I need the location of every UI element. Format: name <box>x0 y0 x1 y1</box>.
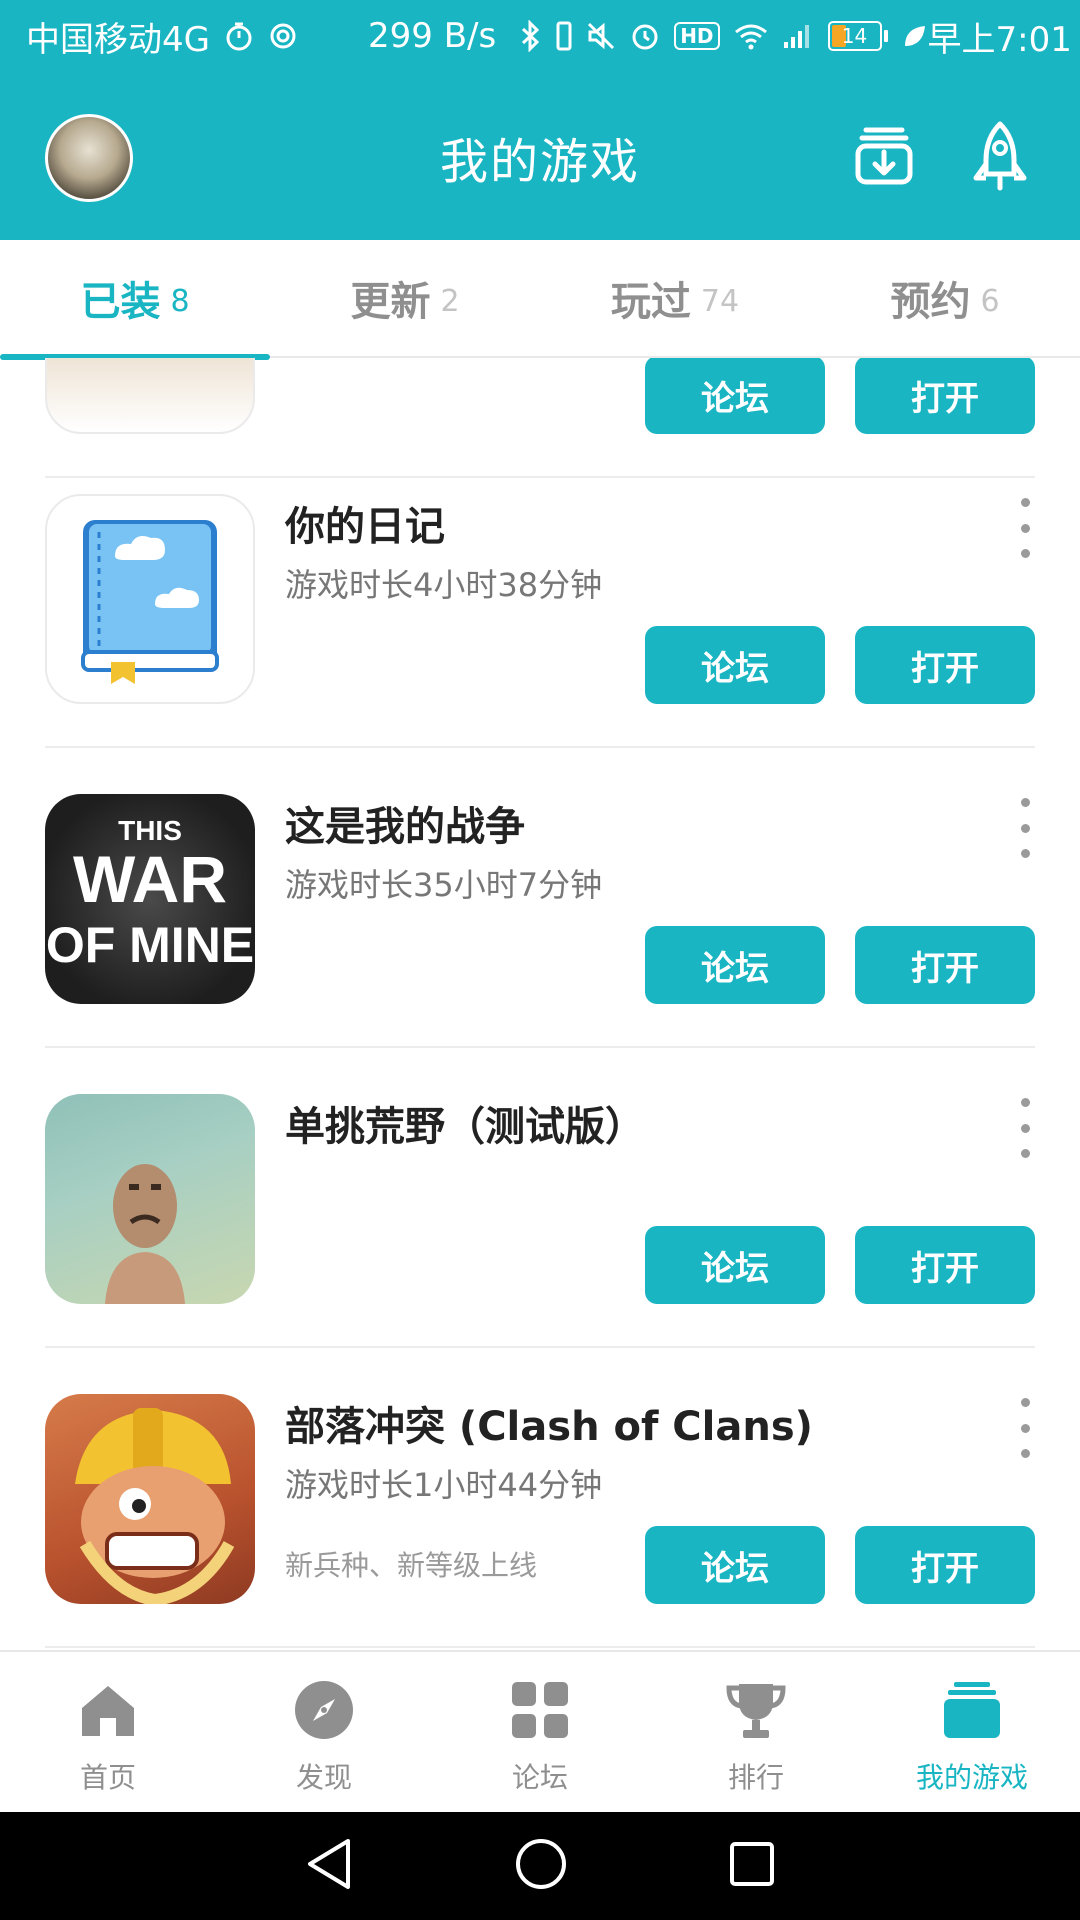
nav-label: 我的游戏 <box>915 1761 1028 1794</box>
forum-button[interactable]: 论坛 <box>645 1526 825 1604</box>
recents-icon[interactable] <box>728 1840 776 1892</box>
tab-reserved[interactable]: 预约 6 <box>810 240 1080 356</box>
wifi-icon <box>734 22 768 50</box>
game-icon[interactable] <box>45 1094 255 1304</box>
tab-count: 2 <box>440 283 460 319</box>
tab-label: 玩过 <box>610 279 691 325</box>
game-playtime: 游戏时长4小时38分钟 <box>285 566 603 604</box>
stack-icon <box>940 1678 1004 1742</box>
leaf-icon <box>902 23 928 49</box>
game-icon[interactable] <box>45 494 255 704</box>
barbarian-icon <box>75 1408 235 1604</box>
war-of-mine-logo: THIS WAR OF MINE <box>46 815 254 973</box>
open-button[interactable]: 打开 <box>855 626 1035 704</box>
game-icon[interactable] <box>45 358 255 434</box>
game-name: 你的日记 <box>285 504 445 550</box>
timer-icon <box>224 21 254 51</box>
bluetooth-icon <box>520 20 542 52</box>
tab-count: 74 <box>700 283 740 319</box>
game-playtime: 游戏时长35小时7分钟 <box>285 866 603 904</box>
app-header: 我的游戏 <box>0 72 1080 240</box>
game-name: 这是我的战争 <box>285 804 525 850</box>
grid-icon <box>508 1678 572 1742</box>
tab-updates[interactable]: 更新 2 <box>270 240 540 356</box>
survivor-character-icon <box>105 1164 185 1304</box>
more-options-icon[interactable] <box>1015 498 1035 558</box>
diary-book-icon <box>81 520 219 684</box>
tab-played[interactable]: 玩过 74 <box>540 240 810 356</box>
carrier-label: 中国移动4G <box>26 19 210 60</box>
mute-icon <box>586 21 616 51</box>
vibrate-icon <box>556 21 572 51</box>
tab-label: 更新 <box>350 279 431 325</box>
trophy-icon <box>724 1678 788 1742</box>
back-icon[interactable] <box>304 1837 354 1895</box>
game-icon[interactable]: THIS WAR OF MINE <box>45 794 255 1004</box>
tab-count: 8 <box>170 283 190 319</box>
game-list[interactable]: 论坛 打开 你的日记 游戏时长4小时38分钟 论坛 打开 THIS WAR OF… <box>0 358 1080 1650</box>
game-update-note: 新兵种、新等级上线 <box>285 1549 538 1582</box>
status-icons: HD 14 <box>520 20 927 52</box>
game-row: THIS WAR OF MINE 这是我的战争 游戏时长35小时7分钟 论坛 打… <box>45 748 1035 1048</box>
tab-label: 已装 <box>80 279 161 325</box>
speedup-button[interactable] <box>964 120 1036 192</box>
nav-my-games[interactable]: 我的游戏 <box>864 1652 1080 1812</box>
more-options-icon[interactable] <box>1015 798 1035 858</box>
nav-home[interactable]: 首页 <box>0 1652 216 1812</box>
forum-button[interactable]: 论坛 <box>645 626 825 704</box>
game-row: 单挑荒野（测试版） 论坛 打开 <box>45 1048 1035 1348</box>
compass-icon <box>292 1678 356 1742</box>
spiral-icon <box>268 21 298 51</box>
open-button[interactable]: 打开 <box>855 1526 1035 1604</box>
download-manager-button[interactable] <box>848 120 920 192</box>
nav-label: 论坛 <box>511 1761 568 1794</box>
game-name: 单挑荒野（测试版） <box>285 1104 645 1150</box>
nav-forum[interactable]: 论坛 <box>432 1652 648 1812</box>
more-options-icon[interactable] <box>1015 1398 1035 1458</box>
clock: 早上7:01 <box>927 19 1072 60</box>
game-row: 部落冲突 (Clash of Clans) 游戏时长1小时44分钟 新兵种、新等… <box>45 1348 1035 1648</box>
hd-badge: HD <box>674 22 720 50</box>
download-icon <box>855 127 913 185</box>
bottom-nav: 首页 发现 论坛 排行 我的游戏 <box>0 1650 1080 1812</box>
home-circle-icon[interactable] <box>514 1837 568 1895</box>
tab-label: 预约 <box>890 279 971 325</box>
network-speed: 299 B/s <box>367 16 497 56</box>
more-options-icon[interactable] <box>1015 1098 1035 1158</box>
open-button[interactable]: 打开 <box>855 358 1035 434</box>
tab-count: 6 <box>980 283 1000 319</box>
game-row: 你的日记 游戏时长4小时38分钟 论坛 打开 <box>45 448 1035 748</box>
open-button[interactable]: 打开 <box>855 1226 1035 1304</box>
status-bar: 中国移动4G 299 B/s HD 14 早上7:01 <box>0 0 1080 72</box>
forum-button[interactable]: 论坛 <box>645 1226 825 1304</box>
nav-ranking[interactable]: 排行 <box>648 1652 864 1812</box>
home-icon <box>76 1678 140 1742</box>
nav-label: 发现 <box>295 1761 352 1794</box>
signal-icon <box>782 22 814 50</box>
forum-button[interactable]: 论坛 <box>645 926 825 1004</box>
forum-button[interactable]: 论坛 <box>645 358 825 434</box>
battery-indicator: 14 <box>827 21 888 51</box>
game-playtime: 游戏时长1小时44分钟 <box>285 1466 603 1504</box>
game-icon[interactable] <box>45 1394 255 1604</box>
nav-discover[interactable]: 发现 <box>216 1652 432 1812</box>
logo-text-bottom: OF MINE <box>46 917 254 973</box>
nav-label: 首页 <box>79 1761 136 1794</box>
game-name: 部落冲突 (Clash of Clans) <box>285 1404 813 1450</box>
rocket-icon <box>973 121 1027 191</box>
tab-bar: 已装 8 更新 2 玩过 74 预约 6 <box>0 240 1080 358</box>
status-left: 中国移动4G <box>26 12 298 61</box>
system-nav-bar <box>0 1812 1080 1920</box>
tab-installed[interactable]: 已装 8 <box>0 240 270 356</box>
battery-level: 14 <box>841 24 868 48</box>
alarm-icon <box>630 21 660 51</box>
nav-label: 排行 <box>727 1761 784 1794</box>
logo-text-mid: WAR <box>73 842 227 916</box>
open-button[interactable]: 打开 <box>855 926 1035 1004</box>
